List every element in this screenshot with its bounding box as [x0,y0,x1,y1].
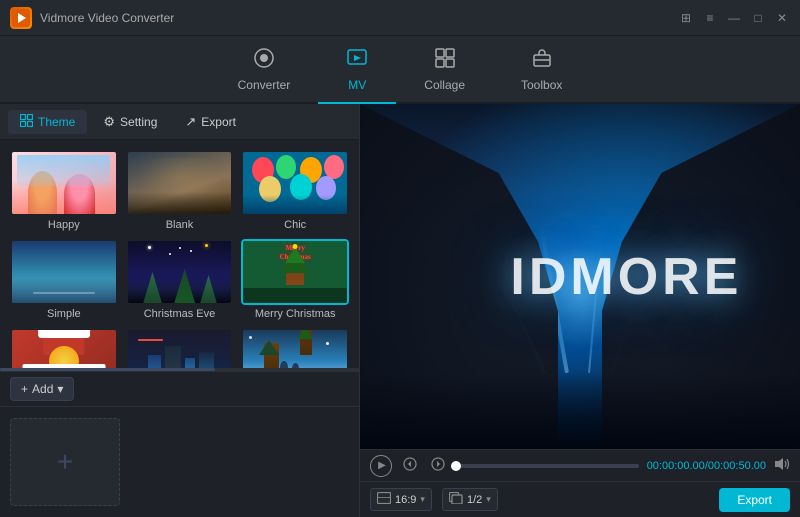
time-display: 00:00:00.00/00:00:50.00 [647,460,766,472]
theme-chic[interactable]: Chic [241,150,349,231]
play-icon: ▶ [378,460,386,471]
aspect-ratio-icon [377,492,391,507]
add-bar: + Add ▾ [0,371,359,407]
toolbox-icon [531,47,553,75]
converter-icon [253,47,275,75]
add-arrow-icon: ▾ [57,382,63,396]
theme-santa-claus[interactable]: Santa Claus [10,328,118,368]
volume-button[interactable] [774,457,790,474]
sub-tab-theme[interactable]: Theme [8,110,87,134]
theme-simple-label: Simple [10,308,118,320]
add-media-plus-icon: + [57,446,73,478]
mv-icon [346,47,368,75]
theme-grid: Happy Blank [0,140,359,368]
video-controls: ▶ [360,449,800,481]
theme-modern-life[interactable]: Modern Life [126,328,234,368]
sub-tab-setting[interactable]: ⚙ Setting [91,110,169,134]
bottom-bar: 16:9 ▾ 1/2 ▾ Export [360,481,800,517]
tab-toolbox-label: Toolbox [521,78,562,92]
theme-sub-icon [20,114,33,130]
aspect-ratio-arrow: ▾ [420,494,425,505]
left-panel: Theme ⚙ Setting ↗ Export [0,104,360,517]
theme-simple[interactable]: Simple [10,239,118,320]
time-total: 00:00:50.00 [708,460,766,472]
tab-collage[interactable]: Collage [396,39,493,104]
progress-handle[interactable] [451,461,461,471]
step-forward-icon [431,457,445,474]
main-content: Theme ⚙ Setting ↗ Export [0,104,800,517]
close-btn[interactable]: ✕ [774,10,790,26]
theme-merry-christmas-label: Merry Christmas [241,308,349,320]
app-logo [10,7,32,29]
add-media-placeholder[interactable]: + [10,418,120,506]
slides-arrow: ▾ [486,494,491,505]
collage-icon [434,47,456,75]
sub-tab-export-label: Export [201,115,236,129]
maximize-btn[interactable]: □ [750,10,766,26]
theme-chic-label: Chic [241,219,349,231]
step-forward-button[interactable] [428,456,448,476]
sub-tab-export[interactable]: ↗ Export [173,110,248,134]
window-controls: ⊞ ≡ — □ ✕ [678,10,790,26]
right-panel: IDMORE ▶ [360,104,800,517]
progress-bar[interactable] [456,464,639,468]
add-media-button[interactable]: + Add ▾ [10,377,74,401]
export-sub-icon: ↗ [185,114,196,130]
title-bar: Vidmore Video Converter ⊞ ≡ — □ ✕ [0,0,800,36]
video-preview: IDMORE [360,104,800,449]
media-area: + [0,407,359,517]
export-button[interactable]: Export [719,488,790,512]
tab-converter[interactable]: Converter [210,39,319,104]
preview-title-text: IDMORE [510,247,742,307]
theme-christmas-eve-label: Christmas Eve [126,308,234,320]
theme-merry-christmas[interactable]: MerryChristmas Merry Christmas [241,239,349,320]
nav-tabs: Converter MV Collage [0,36,800,104]
slides-select[interactable]: 1/2 ▾ [442,488,498,511]
app-title-text: Vidmore Video Converter [40,11,678,25]
tab-mv[interactable]: MV [318,39,396,104]
theme-happy[interactable]: Happy [10,150,118,231]
aspect-ratio-value: 16:9 [395,494,416,506]
sub-tabs: Theme ⚙ Setting ↗ Export [0,104,359,140]
add-plus-icon: + [21,382,28,396]
tab-mv-label: MV [348,78,366,92]
slides-icon [449,492,463,507]
tab-toolbox[interactable]: Toolbox [493,39,590,104]
theme-blank-label: Blank [126,219,234,231]
sub-tab-theme-label: Theme [38,115,75,129]
tab-converter-label: Converter [238,78,291,92]
minimize-btn[interactable]: — [726,10,742,26]
theme-blank[interactable]: Blank [126,150,234,231]
sub-tab-setting-label: Setting [120,115,157,129]
menu-btn[interactable]: ≡ [702,10,718,26]
add-button-label: Add [32,382,53,396]
time-current: 00:00:00.00 [647,460,705,472]
theme-christmas-eve[interactable]: Christmas Eve [126,239,234,320]
play-button[interactable]: ▶ [370,455,392,477]
grid-btn[interactable]: ⊞ [678,10,694,26]
slides-value: 1/2 [467,494,482,506]
theme-happy-label: Happy [10,219,118,231]
step-back-icon [403,457,417,474]
tab-collage-label: Collage [424,78,465,92]
theme-snowy-night[interactable]: Snowy Night [241,328,349,368]
setting-sub-icon: ⚙ [103,114,115,130]
step-back-button[interactable] [400,456,420,476]
aspect-ratio-select[interactable]: 16:9 ▾ [370,488,432,511]
